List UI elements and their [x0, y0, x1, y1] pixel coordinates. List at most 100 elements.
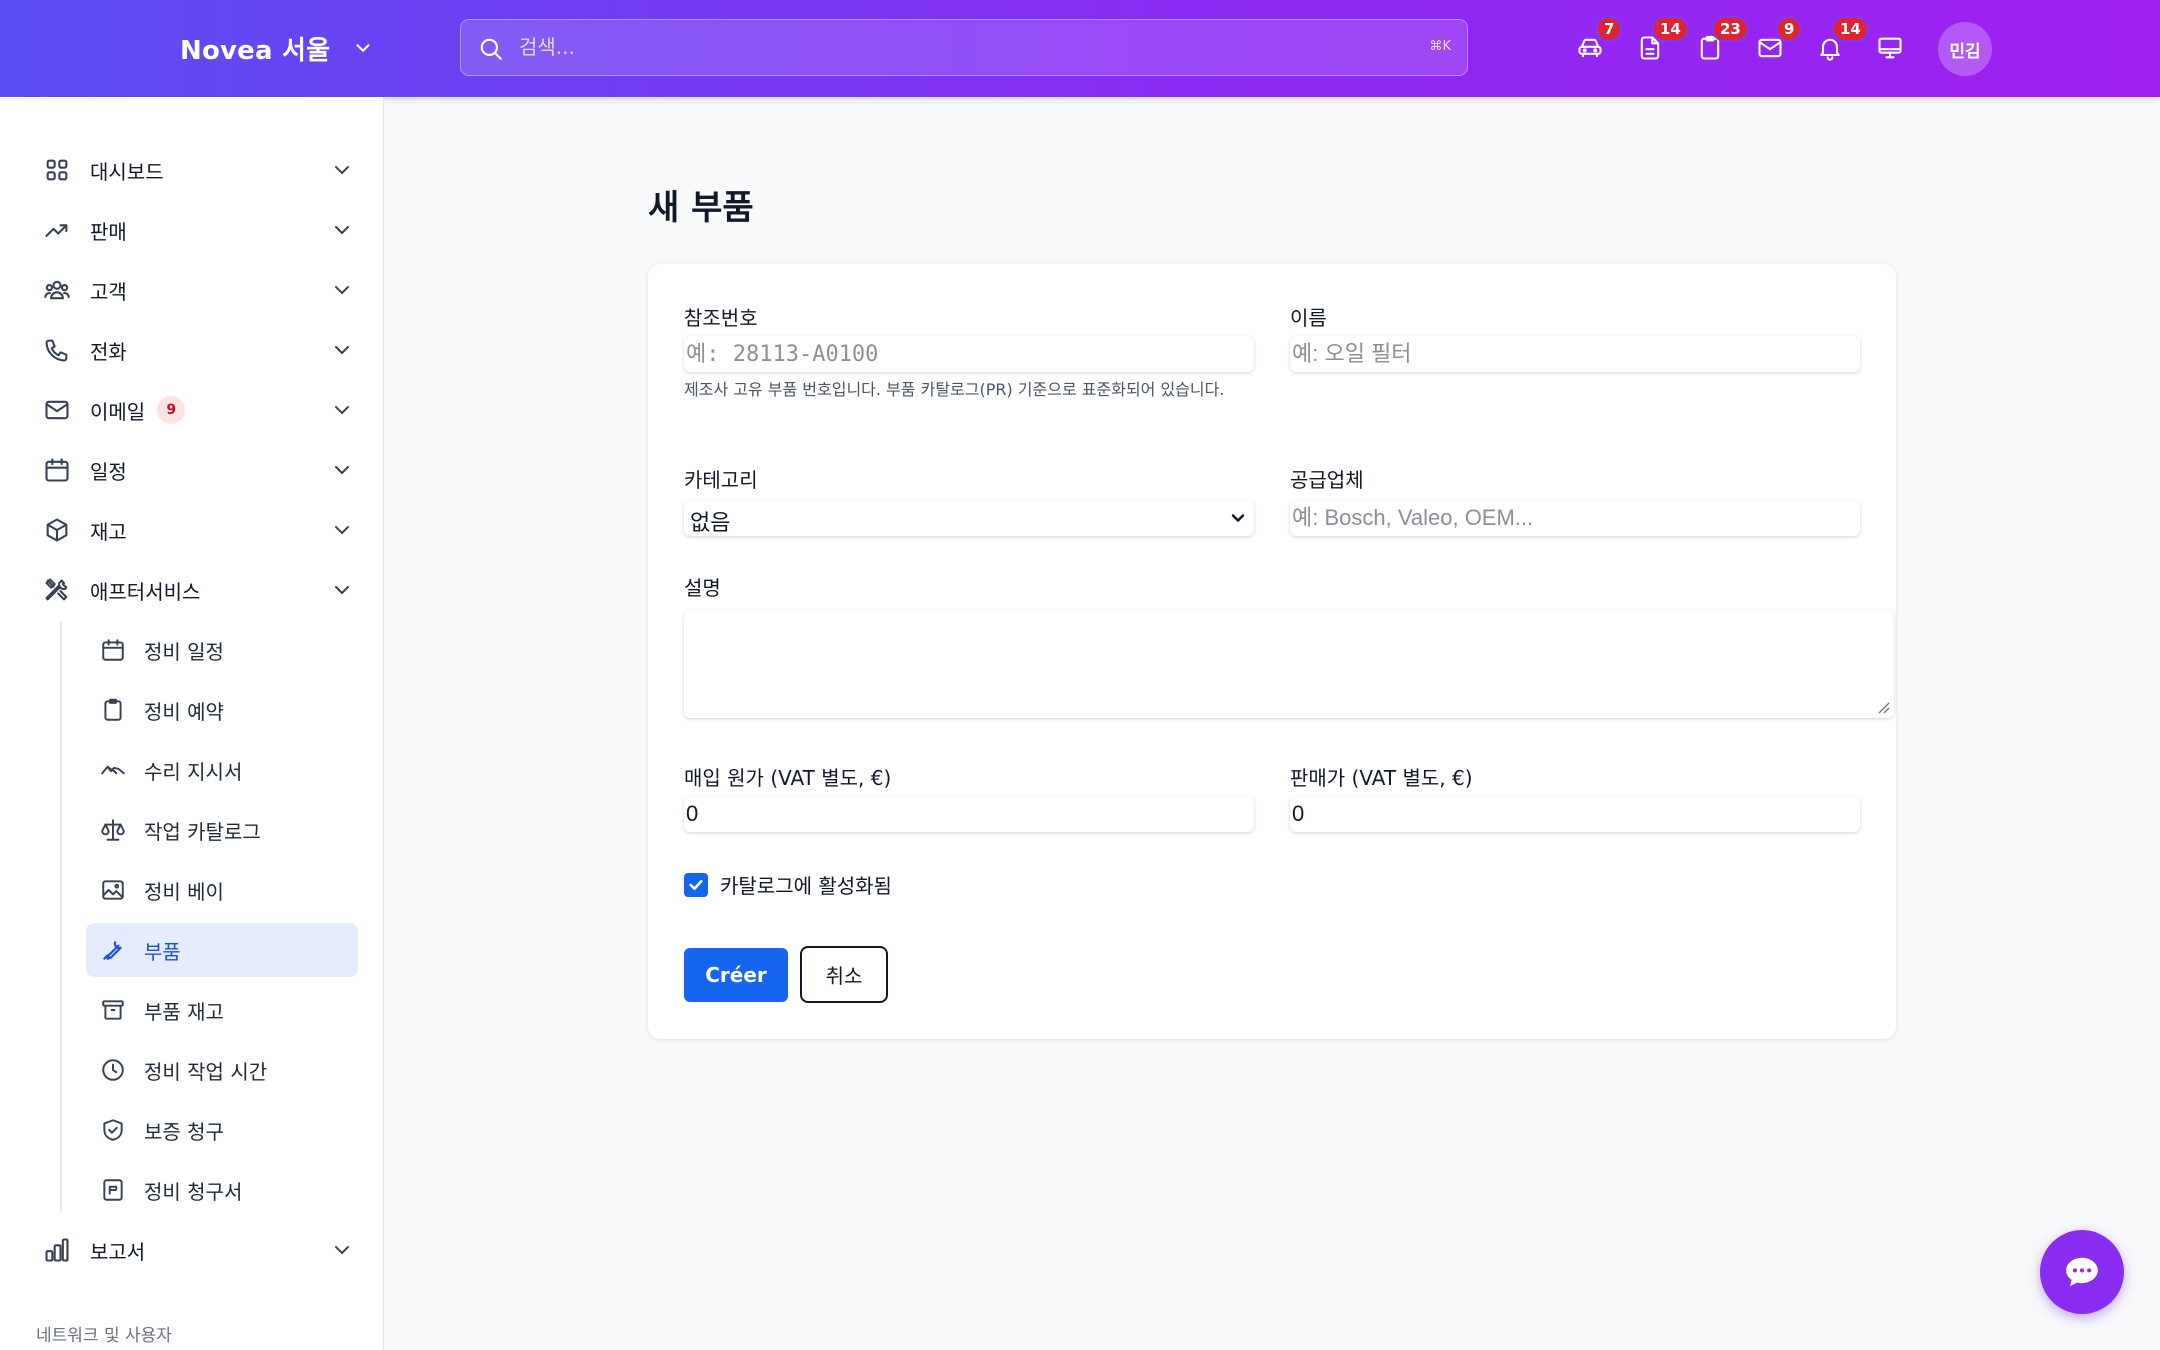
calendar-icon	[98, 635, 128, 665]
create-button[interactable]: Créer	[684, 948, 788, 1002]
sidebar-item-schedule[interactable]: 일정	[36, 445, 354, 495]
sidebar-subitem-label: 정비 베이	[144, 879, 224, 904]
page-title: 새 부품	[648, 188, 754, 228]
chevron-down-icon	[335, 226, 349, 235]
sidebar-subitem-parts-stock[interactable]: 부품 재고	[86, 983, 358, 1037]
shield-check-icon	[98, 1115, 128, 1145]
sidebar-item-after-sales[interactable]: 애프터서비스	[36, 565, 354, 615]
sidebar-subitem-service-invoices[interactable]: 정비 청구서	[86, 1163, 358, 1217]
category-selected-value: 없음	[690, 511, 731, 536]
trending-up-icon	[42, 215, 72, 245]
image-icon	[98, 875, 128, 905]
documents-button[interactable]: 14	[1630, 16, 1689, 68]
top-header: Novea 서울 ⌘K 7 14 23 9 14 민김	[0, 0, 2160, 97]
chevron-down-icon	[356, 44, 370, 52]
user-avatar[interactable]: 민김	[1938, 22, 1992, 76]
sidebar-item-label: 고객	[90, 279, 127, 304]
sidebar-item-label: 이메일	[90, 399, 146, 424]
sidebar-subitem-job-catalog[interactable]: 작업 카탈로그	[86, 803, 358, 857]
scale-icon	[98, 815, 128, 845]
price-label: 판매가 (VAT 별도, €)	[1290, 766, 1473, 790]
search-icon	[480, 38, 502, 60]
active-in-catalog-toggle[interactable]: 카탈로그에 활성화됨	[684, 870, 892, 899]
sidebar-subitem-service-booking[interactable]: 정비 예약	[86, 683, 358, 737]
box-icon	[42, 515, 72, 545]
tasks-button[interactable]: 23	[1690, 16, 1749, 68]
supplier-input[interactable]	[1290, 500, 1860, 536]
chevron-down-icon	[335, 166, 349, 175]
notifications-button[interactable]: 14	[1810, 16, 1869, 68]
display-button[interactable]	[1870, 28, 1910, 68]
messages-button[interactable]: 9	[1750, 16, 1803, 68]
sidebar-item-label: 재고	[90, 519, 127, 544]
sidebar-item-calls[interactable]: 전화	[36, 325, 354, 375]
sidebar-item-label: 대시보드	[90, 159, 164, 184]
notification-badge: 7	[1596, 16, 1623, 42]
sidebar-item-customers[interactable]: 고객	[36, 265, 354, 315]
supplier-label: 공급업체	[1290, 468, 1364, 492]
calendar-icon	[42, 455, 72, 485]
users-icon	[42, 275, 72, 305]
sidebar-subitem-label: 부품	[144, 939, 181, 964]
price-input[interactable]	[1290, 796, 1860, 832]
vehicles-button[interactable]: 7	[1570, 16, 1623, 68]
active-checkbox[interactable]	[684, 872, 708, 897]
sidebar-subitem-label: 보증 청구	[144, 1119, 224, 1144]
submenu-rail	[60, 622, 62, 1212]
chevron-down-icon	[335, 466, 349, 475]
mail-icon	[42, 395, 72, 425]
reference-label: 참조번호	[684, 306, 758, 330]
chevron-down-icon	[335, 586, 349, 595]
checkmark-icon	[689, 879, 703, 890]
sidebar-section-label: 네트워크 및 사용자	[36, 1326, 172, 1346]
sidebar-subitem-service-time[interactable]: 정비 작업 시간	[86, 1043, 358, 1097]
category-select[interactable]: 없음	[684, 500, 1254, 536]
description-textarea[interactable]	[684, 610, 1894, 718]
sidebar-subitem-warranty-claims[interactable]: 보증 청구	[86, 1103, 358, 1157]
sidebar-subitem-repair-orders[interactable]: 수리 지시서	[86, 743, 358, 797]
reference-help-text: 제조사 고유 부품 번호입니다. 부품 카탈로그(PR) 기준으로 표준화되어 …	[684, 380, 1225, 399]
search-shortcut: ⌘K	[1429, 39, 1451, 54]
receipt-icon	[98, 1175, 128, 1205]
sidebar-item-sales[interactable]: 판매	[36, 205, 354, 255]
chat-button[interactable]	[2040, 1230, 2124, 1314]
cancel-button[interactable]: 취소	[800, 946, 888, 1003]
sidebar-item-email[interactable]: 이메일 9	[36, 385, 354, 435]
name-input[interactable]	[1290, 336, 1860, 372]
clock-icon	[98, 1055, 128, 1085]
resize-grip-icon[interactable]	[1876, 700, 1890, 714]
phone-icon	[42, 335, 72, 365]
sidebar-subitem-parts[interactable]: 부품	[86, 923, 358, 977]
bar-chart-icon	[42, 1235, 72, 1265]
global-search[interactable]: ⌘K	[460, 19, 1468, 76]
sidebar-item-label: 일정	[90, 459, 127, 484]
sidebar-subitem-label: 정비 예약	[144, 699, 224, 724]
handshake-icon	[98, 755, 128, 785]
notification-badge: 14	[1652, 16, 1689, 42]
chevron-down-icon	[335, 1246, 349, 1255]
chevron-down-icon	[335, 526, 349, 535]
brand-name: Novea 서울	[180, 35, 331, 66]
sidebar-subitem-label: 작업 카탈로그	[144, 819, 261, 844]
sidebar: 대시보드 판매 고객 전화 이메일 9 일정 재고 애프터서비스 정비 일정 정…	[0, 97, 384, 1350]
sidebar-subitem-service-schedule[interactable]: 정비 일정	[86, 623, 358, 677]
sidebar-subitem-label: 부품 재고	[144, 999, 224, 1024]
wrench-icon	[98, 935, 128, 965]
clipboard-icon	[98, 695, 128, 725]
sidebar-item-inventory[interactable]: 재고	[36, 505, 354, 555]
monitor-icon	[1878, 37, 1902, 59]
chevron-down-icon	[335, 286, 349, 295]
cost-input[interactable]	[684, 796, 1254, 832]
name-label: 이름	[1290, 306, 1327, 330]
sidebar-subitem-label: 정비 일정	[144, 639, 224, 664]
sidebar-item-label: 전화	[90, 339, 127, 364]
sidebar-subitem-service-bay[interactable]: 정비 베이	[86, 863, 358, 917]
workspace-switcher[interactable]: Novea 서울	[180, 28, 374, 68]
tools-icon	[42, 575, 72, 605]
reference-input[interactable]	[684, 336, 1254, 372]
sidebar-item-dashboard[interactable]: 대시보드	[36, 145, 354, 195]
sidebar-item-label: 보고서	[90, 1239, 146, 1264]
cost-label: 매입 원가 (VAT 별도, €)	[684, 766, 892, 790]
sidebar-item-reports[interactable]: 보고서	[36, 1225, 354, 1275]
search-input[interactable]	[519, 20, 1369, 74]
